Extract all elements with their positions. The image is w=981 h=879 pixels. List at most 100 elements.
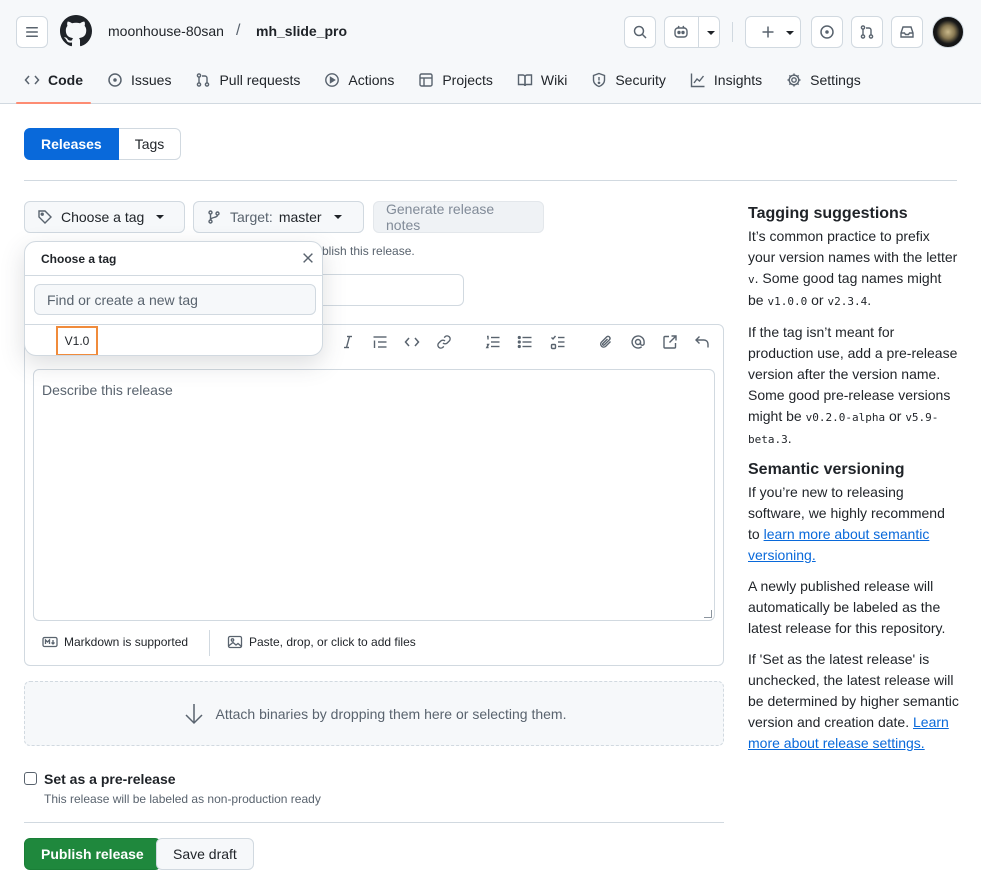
target-branch-button[interactable]: Target: master xyxy=(193,201,364,233)
semantic-versioning-title: Semantic versioning xyxy=(748,461,905,478)
italic-icon xyxy=(344,335,352,349)
choose-tag-button[interactable]: Choose a tag xyxy=(24,201,185,233)
add-files-label: Paste, drop, or click to add files xyxy=(249,635,416,649)
choose-tag-popover: Choose a tag Find or create a new tag V1… xyxy=(24,241,323,356)
copilot-icon xyxy=(674,25,688,38)
code-button[interactable] xyxy=(402,332,422,352)
code-text: v xyxy=(748,273,755,286)
footer-divider xyxy=(209,630,210,656)
text: or xyxy=(885,408,906,424)
semver-paragraph-1: If you’re new to releasing software, we … xyxy=(748,482,960,566)
repo-name-link[interactable]: mh_slide_pro xyxy=(256,23,347,39)
save-draft-button[interactable]: Save draft xyxy=(156,838,254,870)
copilot-button[interactable] xyxy=(664,16,720,48)
tagging-suggestions-title: Tagging suggestions xyxy=(748,205,908,222)
unordered-list-button[interactable] xyxy=(515,332,535,352)
tab-pull-requests-label: Pull requests xyxy=(219,72,301,88)
pull-requests-button[interactable] xyxy=(851,16,883,48)
repo-header: moonhouse-80san / mh_slide_pro Code Issu… xyxy=(0,0,981,104)
text: . xyxy=(867,292,872,308)
italic-button[interactable] xyxy=(338,332,358,352)
close-icon[interactable] xyxy=(301,251,315,265)
semantic-versioning-link[interactable]: learn more about semantic versioning. xyxy=(748,526,929,563)
menu-button[interactable] xyxy=(16,16,48,48)
tab-settings-label: Settings xyxy=(810,72,861,88)
resize-handle[interactable] xyxy=(704,610,712,618)
tag-option[interactable]: V1.0 xyxy=(56,326,98,355)
generate-release-notes-button[interactable]: Generate release notes xyxy=(373,201,544,233)
popover-divider xyxy=(25,324,322,325)
link-button[interactable] xyxy=(434,332,454,352)
chevron-down-icon xyxy=(707,31,715,35)
shield-icon xyxy=(593,72,606,88)
publish-release-button[interactable]: Publish release xyxy=(24,838,161,870)
task-list-button[interactable] xyxy=(548,332,568,352)
code-text: v2.3.4 xyxy=(827,295,868,308)
repo-nav: Code Issues Pull requests Actions Projec… xyxy=(16,64,877,104)
quote-button[interactable] xyxy=(370,332,390,352)
tab-insights-label: Insights xyxy=(713,72,763,88)
prerelease-checkbox[interactable] xyxy=(24,772,37,785)
attach-binaries-dropzone[interactable]: Attach binaries by dropping them here or… xyxy=(24,681,724,746)
release-description-textarea[interactable]: Describe this release xyxy=(33,369,715,621)
text: or xyxy=(807,292,828,308)
releases-tab[interactable]: Releases xyxy=(24,128,119,160)
section-divider xyxy=(24,180,957,181)
tag-search-placeholder: Find or create a new tag xyxy=(47,291,198,308)
ordered-list-icon xyxy=(485,335,500,349)
chevron-down-icon xyxy=(156,215,165,219)
tag-icon xyxy=(38,210,52,224)
tab-security-label: Security xyxy=(615,72,666,88)
tab-projects[interactable]: Projects xyxy=(410,64,501,96)
play-icon xyxy=(325,73,340,87)
book-icon xyxy=(517,74,533,87)
attach-button[interactable] xyxy=(596,332,616,352)
tab-security[interactable]: Security xyxy=(583,64,674,96)
generate-release-notes-label: Generate release notes xyxy=(386,201,495,233)
quote-icon xyxy=(373,336,387,348)
user-avatar[interactable] xyxy=(932,16,964,48)
release-title-input[interactable] xyxy=(322,274,464,306)
target-label: Target: xyxy=(230,209,273,225)
github-logo-icon[interactable] xyxy=(60,15,92,47)
popover-divider xyxy=(25,275,322,276)
link-icon xyxy=(437,335,451,349)
tab-issues[interactable]: Issues xyxy=(99,64,179,96)
issue-icon xyxy=(108,73,122,87)
branch-icon xyxy=(208,210,220,224)
prerelease-label[interactable]: Set as a pre-release xyxy=(44,771,176,787)
paperclip-icon xyxy=(600,335,611,348)
chevron-down-icon xyxy=(333,215,342,219)
tab-settings[interactable]: Settings xyxy=(778,64,869,96)
create-new-button[interactable] xyxy=(745,16,801,48)
tab-insights[interactable]: Insights xyxy=(682,64,770,96)
tab-code-label: Code xyxy=(48,72,83,88)
issues-button[interactable] xyxy=(811,16,843,48)
tab-code[interactable]: Code xyxy=(16,64,91,104)
reference-button[interactable] xyxy=(660,332,680,352)
choose-tag-label: Choose a tag xyxy=(61,209,145,225)
cross-reference-icon xyxy=(663,335,677,349)
ordered-list-button[interactable] xyxy=(483,332,503,352)
tab-pull-requests[interactable]: Pull requests xyxy=(187,64,308,96)
releases-tags-switch: Releases Tags xyxy=(24,128,182,160)
header-divider xyxy=(732,22,733,42)
pull-request-icon xyxy=(197,73,210,87)
pull-request-icon xyxy=(860,25,874,39)
gear-icon xyxy=(787,73,801,87)
attach-binaries-label: Attach binaries by dropping them here or… xyxy=(215,705,567,722)
markdown-note[interactable]: Markdown is supported xyxy=(42,634,188,650)
repo-owner-link[interactable]: moonhouse-80san xyxy=(108,23,224,39)
tab-actions[interactable]: Actions xyxy=(316,64,402,96)
tab-wiki[interactable]: Wiki xyxy=(509,64,575,96)
inbox-button[interactable] xyxy=(891,16,923,48)
tags-tab[interactable]: Tags xyxy=(118,128,182,160)
undo-button[interactable] xyxy=(692,332,712,352)
add-files-note[interactable]: Paste, drop, or click to add files xyxy=(227,634,416,650)
text: . xyxy=(787,430,792,446)
mention-button[interactable] xyxy=(628,332,648,352)
search-button[interactable] xyxy=(624,16,656,48)
code-icon xyxy=(24,75,40,85)
tag-search-input[interactable]: Find or create a new tag xyxy=(34,284,316,315)
code-text: v1.0.0 xyxy=(767,295,808,308)
